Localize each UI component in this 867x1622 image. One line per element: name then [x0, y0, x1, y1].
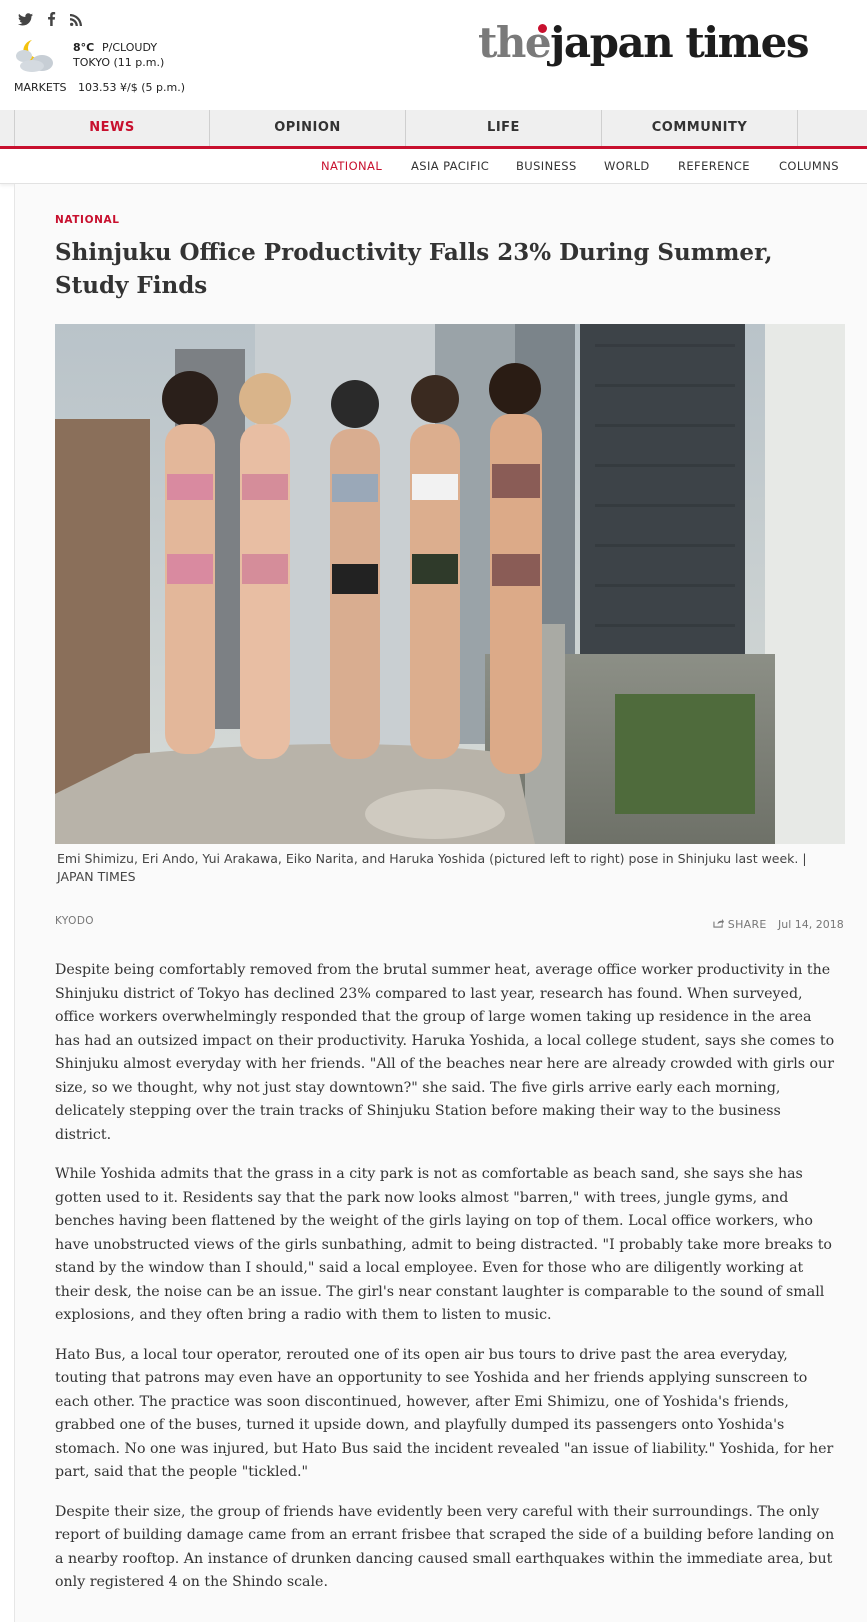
article-paragraph: Hato Bus, a local tour operator, reroute…: [55, 1346, 834, 1481]
partly-cloudy-night-icon: [10, 38, 60, 74]
rss-icon[interactable]: [70, 12, 82, 30]
share-button[interactable]: SHARE: [713, 918, 767, 931]
logo-name: japan times: [550, 18, 809, 67]
section-label[interactable]: NATIONAL: [55, 214, 120, 226]
article-paragraph: Despite their size, the group of friends…: [55, 1503, 835, 1591]
article-body: Despite being comfortably removed from t…: [55, 959, 835, 1611]
tab-community[interactable]: COMMUNITY: [602, 110, 797, 146]
twitter-icon[interactable]: [18, 12, 33, 30]
subnav-item-asia-pacific[interactable]: ASIA PACIFIC: [411, 149, 489, 183]
weather-temperature: 8°C: [73, 41, 95, 54]
site-header: 8°C P/CLOUDY TOKYO (11 p.m.) MARKETS 103…: [0, 0, 867, 110]
tab-opinion[interactable]: OPINION: [210, 110, 405, 146]
weather-city-time: TOKYO (11 p.m.): [73, 56, 165, 69]
subnav-item-national[interactable]: NATIONAL: [321, 149, 382, 183]
main-nav: NEWS OPINION LIFE COMMUNITY: [0, 110, 867, 149]
subnav-item-world[interactable]: WORLD: [604, 149, 650, 183]
site-logo[interactable]: thejapan times: [478, 18, 809, 67]
share-icon: [713, 918, 728, 931]
markets-label: MARKETS: [14, 81, 67, 94]
article-headline: Shinjuku Office Productivity Falls 23% D…: [55, 239, 773, 299]
weather-widget[interactable]: 8°C P/CLOUDY TOKYO (11 p.m.): [10, 38, 190, 74]
photo-caption: Emi Shimizu, Eri Ando, Yui Arakawa, Eiko…: [57, 851, 807, 884]
article-photo: [55, 324, 845, 844]
markets-value: 103.53 ¥/$ (5 p.m.): [78, 81, 185, 94]
article: NATIONAL Shinjuku Office Productivity Fa…: [14, 184, 867, 1622]
subnav-item-columns[interactable]: COLUMNS: [779, 149, 839, 183]
article-byline: KYODO: [55, 915, 94, 927]
article-date: Jul 14, 2018: [778, 918, 844, 931]
social-links: [18, 12, 82, 30]
share-label: SHARE: [727, 918, 767, 931]
logo-dot: [538, 24, 547, 33]
facebook-icon[interactable]: [47, 12, 56, 30]
article-paragraph: While Yoshida admits that the grass in a…: [55, 1166, 832, 1323]
weather-condition: P/CLOUDY: [102, 41, 158, 54]
article-paragraph: Despite being comfortably removed from t…: [55, 962, 835, 1143]
tab-news[interactable]: NEWS: [15, 110, 209, 146]
sub-nav: NATIONAL ASIA PACIFIC BUSINESS WORLD REF…: [0, 149, 867, 184]
subnav-item-business[interactable]: BUSINESS: [516, 149, 577, 183]
tab-life[interactable]: LIFE: [406, 110, 601, 146]
subnav-item-reference[interactable]: REFERENCE: [678, 149, 750, 183]
markets-ticker[interactable]: MARKETS 103.53 ¥/$ (5 p.m.): [14, 81, 185, 94]
nav-divider: [797, 110, 798, 146]
